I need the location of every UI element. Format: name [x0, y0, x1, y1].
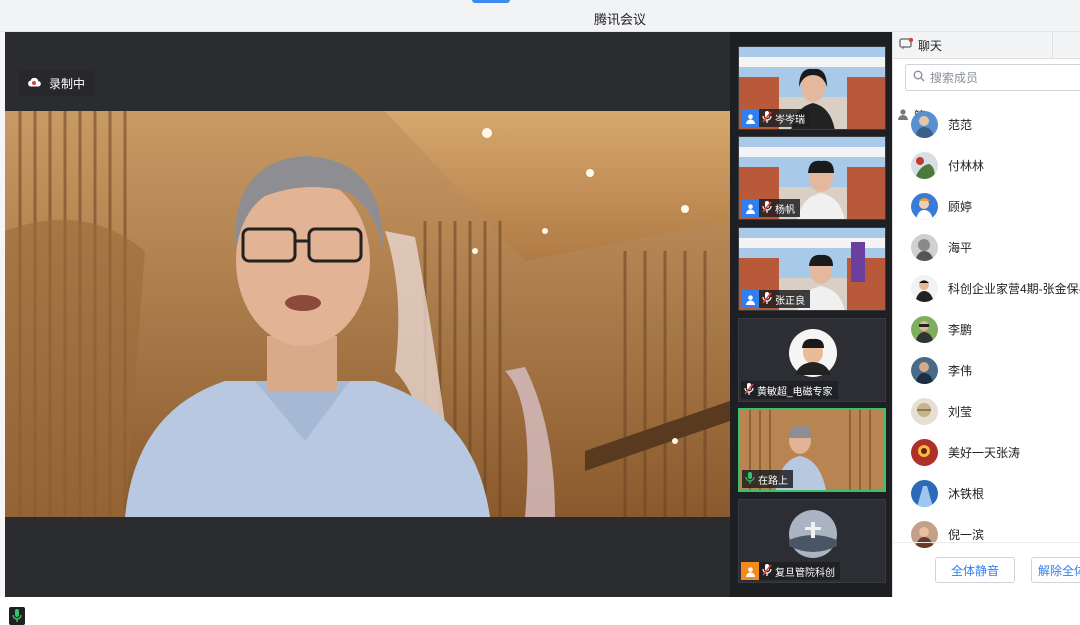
member-name: 顾婷	[948, 199, 973, 214]
participant-label: 在路上	[742, 470, 793, 488]
member-actions: 全体静音 解除全体	[893, 542, 1080, 597]
member-name: 海平	[948, 240, 973, 255]
member-item[interactable]: 付林林	[911, 151, 984, 179]
member-name: 刘莹	[948, 404, 973, 419]
avatar	[911, 479, 938, 507]
person-icon	[897, 108, 909, 123]
participant-name: 杨帆	[775, 204, 795, 216]
microphone-icon[interactable]	[9, 607, 25, 625]
participant-name: 在路上	[758, 475, 788, 487]
participant-name: 黄敏超_电磁专家	[757, 386, 833, 398]
participant-tile[interactable]: 杨帆	[738, 136, 886, 220]
cloud-record-icon	[27, 76, 41, 90]
participant-name: 张正良	[775, 295, 805, 307]
recording-label: 录制中	[49, 76, 86, 91]
search-icon	[913, 70, 925, 85]
member-name: 倪一滨	[948, 527, 985, 542]
member-name: 沐铁根	[948, 486, 985, 501]
mic-on-icon	[745, 471, 755, 487]
search-placeholder: 搜索成员	[930, 71, 979, 85]
avatar	[911, 192, 938, 220]
member-item[interactable]: 顾婷	[911, 192, 972, 220]
member-item[interactable]: 沐铁根	[911, 479, 984, 507]
mic-muted-icon	[762, 563, 772, 579]
member-name: 付林林	[948, 158, 985, 173]
unmute-all-button[interactable]: 解除全体	[1031, 557, 1080, 583]
mic-muted-icon	[744, 382, 754, 398]
user-icon	[741, 290, 759, 308]
participant-tile[interactable]: 张正良	[738, 227, 886, 311]
avatar	[911, 438, 938, 466]
avatar	[911, 356, 938, 384]
member-item[interactable]: 海平	[911, 233, 972, 261]
member-name: 李伟	[948, 363, 973, 378]
participant-tile[interactable]: 黄敏超_电磁专家	[738, 318, 886, 402]
member-item[interactable]: 刘莹	[911, 397, 972, 425]
participant-tile[interactable]: 岑岑瑞	[738, 46, 886, 130]
user-icon	[741, 562, 759, 580]
tab-chat[interactable]: 聊天	[893, 32, 1053, 59]
member-name: 李鹏	[948, 322, 973, 337]
mic-muted-icon	[762, 291, 772, 307]
user-icon	[741, 109, 759, 127]
participant-label: 黄敏超_电磁专家	[741, 381, 838, 399]
participant-label: 岑岑瑞	[741, 109, 810, 127]
member-item[interactable]: 科创企业家营4期-张金保-郑	[911, 274, 1080, 302]
member-name: 科创企业家营4期-张金保-郑	[948, 281, 1080, 296]
avatar	[911, 110, 938, 138]
member-item[interactable]: 李伟	[911, 356, 972, 384]
title-bar: 腾讯会议	[0, 0, 1080, 32]
avatar	[911, 233, 938, 261]
member-search-input[interactable]: 搜索成员	[905, 64, 1080, 91]
chat-icon	[899, 37, 914, 53]
window-title: 腾讯会议	[593, 12, 646, 27]
main-speaker-video[interactable]	[5, 111, 730, 517]
member-item[interactable]: 范范	[911, 110, 972, 138]
mic-muted-icon	[762, 200, 772, 216]
avatar	[911, 397, 938, 425]
mute-all-button[interactable]: 全体静音	[935, 557, 1015, 583]
member-item[interactable]: 李鹏	[911, 315, 972, 343]
title-accent	[472, 0, 510, 3]
avatar	[911, 151, 938, 179]
side-panel: 聊天 管 搜索成员 范范 付林林 顾婷 海平 科创企业家营4期-张金保-郑	[892, 32, 1080, 597]
participant-name: 岑岑瑞	[775, 114, 805, 126]
recording-indicator[interactable]: 录制中	[19, 70, 96, 96]
avatar	[911, 274, 938, 302]
avatar	[911, 315, 938, 343]
participant-name: 复旦管院科创	[775, 567, 835, 579]
user-icon	[741, 199, 759, 217]
participant-label: 张正良	[741, 290, 810, 308]
member-name: 范范	[948, 117, 973, 132]
member-name: 美好一天张涛	[948, 445, 1021, 460]
main-stage[interactable]: 录制中	[5, 32, 730, 625]
participant-tile[interactable]: 复旦管院科创	[738, 499, 886, 583]
mic-muted-icon	[762, 110, 772, 126]
participant-gallery[interactable]: 岑岑瑞 杨帆 张正良 黄敏超_电磁专家 在路上 复旦管院科创	[730, 32, 892, 597]
participant-tile-active-speaker[interactable]: 在路上	[738, 408, 886, 492]
side-tabs: 聊天 管	[893, 32, 1080, 129]
member-item[interactable]: 美好一天张涛	[911, 438, 1020, 466]
tab-chat-label: 聊天	[918, 39, 943, 53]
participant-label: 复旦管院科创	[741, 562, 840, 580]
participant-label: 杨帆	[741, 199, 800, 217]
